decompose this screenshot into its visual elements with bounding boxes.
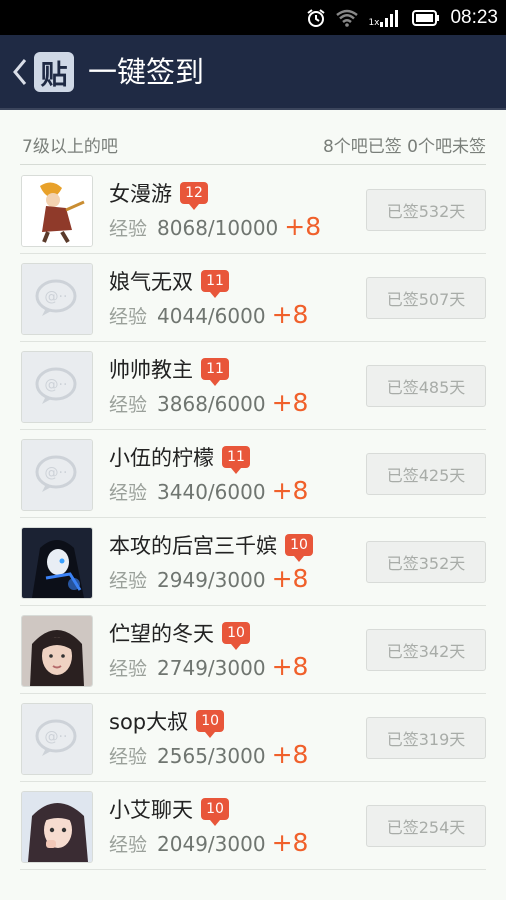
exp-label: 经验 [109, 658, 148, 680]
exp-gain: +8 [271, 828, 309, 857]
exp-gain: +8 [271, 388, 309, 417]
level-badge: 11 [222, 446, 250, 474]
svg-text:@··: @·· [45, 289, 68, 305]
level-badge: 10 [222, 622, 250, 650]
level-badge: 11 [201, 270, 229, 298]
wifi-icon [336, 9, 359, 27]
forum-name: 小艾聊天 [109, 798, 193, 822]
signed-days-button[interactable]: 已签485天 [366, 365, 486, 407]
anime-warrior-avatar [22, 176, 92, 246]
forum-name: sop大叔 [109, 710, 189, 734]
level-badge: 12 [180, 182, 208, 210]
exp-label: 经验 [109, 834, 148, 856]
forum-row[interactable]: @·· 小伍的柠檬 11 经验 3440/6000 +8 已签425天 [20, 430, 486, 518]
exp-label: 经验 [109, 394, 148, 416]
alarm-icon [307, 8, 326, 27]
exp-value: 2949/3000 [157, 568, 266, 592]
forum-row[interactable]: 伫望的冬天 10 经验 2749/3000 +8 已签342天 [20, 606, 486, 694]
forum-avatar [21, 791, 93, 863]
exp-label: 经验 [109, 218, 148, 240]
forum-avatar: @·· [21, 703, 93, 775]
anime-dark-avatar [22, 528, 92, 598]
forum-name: 娘气无双 [109, 270, 193, 294]
forum-name: 本攻的后宫三千嫔 [109, 534, 277, 558]
exp-label: 经验 [109, 570, 148, 592]
signed-days-button[interactable]: 已签425天 [366, 453, 486, 495]
girl-photo-2-avatar [22, 792, 92, 862]
exp-value: 4044/6000 [157, 304, 266, 328]
signed-days-button[interactable]: 已签532天 [366, 189, 486, 231]
forum-row[interactable]: 本攻的后宫三千嫔 10 经验 2949/3000 +8 已签352天 [20, 518, 486, 606]
exp-value: 3440/6000 [157, 480, 266, 504]
signed-days-button[interactable]: 已签507天 [366, 277, 486, 319]
forum-name: 小伍的柠檬 [109, 446, 214, 470]
forum-name: 女漫游 [109, 182, 172, 206]
signed-days-button[interactable]: 已签342天 [366, 629, 486, 671]
forum-row[interactable]: @·· 娘气无双 11 经验 4044/6000 +8 已签507天 [20, 254, 486, 342]
forum-row[interactable]: 小艾聊天 10 经验 2049/3000 +8 已签254天 [20, 782, 486, 870]
app-logo: 贴 [34, 52, 74, 92]
status-bar: 1x 08:23 [0, 0, 506, 35]
summary-level-filter: 7级以上的吧 [22, 137, 118, 157]
exp-label: 经验 [109, 306, 148, 328]
forum-avatar: @·· [21, 439, 93, 511]
svg-text:@··: @·· [45, 377, 68, 393]
signed-days-button[interactable]: 已签352天 [366, 541, 486, 583]
forum-avatar: @·· [21, 263, 93, 335]
page-title: 一键签到 [88, 55, 205, 89]
girl-photo-avatar [22, 616, 92, 686]
default-avatar-icon: @·· [22, 704, 92, 774]
exp-gain: +8 [271, 740, 309, 769]
battery-icon [412, 9, 440, 26]
level-badge: 11 [201, 358, 229, 386]
forum-avatar [21, 175, 93, 247]
signal-icon [380, 9, 399, 27]
forum-row[interactable]: @·· 帅帅教主 11 经验 3868/6000 +8 已签485天 [20, 342, 486, 430]
default-avatar-icon: @·· [22, 352, 92, 422]
level-badge: 10 [285, 534, 313, 562]
forum-avatar [21, 527, 93, 599]
exp-value: 2749/3000 [157, 656, 266, 680]
exp-label: 经验 [109, 746, 148, 768]
summary-sign-count: 8个吧已签 0个吧未签 [322, 137, 486, 157]
exp-gain: +8 [284, 212, 322, 241]
sign-summary: 7级以上的吧 8个吧已签 0个吧未签 [20, 122, 486, 165]
svg-text:@··: @·· [45, 465, 68, 481]
default-avatar-icon: @·· [22, 264, 92, 334]
forum-row[interactable]: @·· sop大叔 10 经验 2565/3000 +8 已签319天 [20, 694, 486, 782]
chevron-left-icon[interactable] [12, 57, 28, 87]
exp-label: 经验 [109, 482, 148, 504]
level-badge: 10 [201, 798, 229, 826]
exp-value: 2049/3000 [157, 832, 266, 856]
exp-value: 3868/6000 [157, 392, 266, 416]
svg-text:@··: @·· [45, 729, 68, 745]
signed-days-button[interactable]: 已签319天 [366, 717, 486, 759]
forum-name: 伫望的冬天 [109, 622, 214, 646]
exp-gain: +8 [271, 300, 309, 329]
forum-avatar [21, 615, 93, 687]
forum-name: 帅帅教主 [109, 358, 193, 382]
status-time: 08:23 [450, 6, 498, 28]
forum-list: 女漫游 12 经验 8068/10000 +8 已签532天 @·· 娘气无双 … [20, 166, 486, 870]
forum-avatar: @·· [21, 351, 93, 423]
forum-row[interactable]: 女漫游 12 经验 8068/10000 +8 已签532天 [20, 166, 486, 254]
level-badge: 10 [196, 710, 225, 738]
exp-value: 2565/3000 [157, 744, 266, 768]
exp-gain: +8 [271, 476, 309, 505]
default-avatar-icon: @·· [22, 440, 92, 510]
title-bar: 贴 一键签到 [0, 35, 506, 110]
signed-days-button[interactable]: 已签254天 [366, 805, 486, 847]
exp-gain: +8 [271, 652, 309, 681]
exp-value: 8068/10000 [157, 216, 279, 240]
signal-group: 1x [368, 8, 402, 28]
exp-gain: +8 [271, 564, 309, 593]
